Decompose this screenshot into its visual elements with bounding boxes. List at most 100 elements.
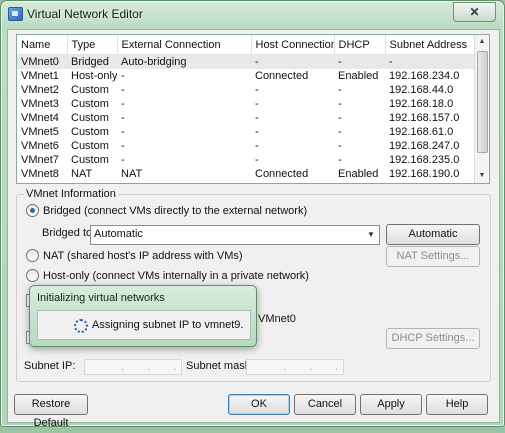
loading-spinner-icon — [74, 319, 88, 333]
vmnet-information-label: VMnet Information — [24, 188, 118, 200]
table-row[interactable]: VMnet5 Custom - - -192.168.61.0 — [17, 125, 477, 139]
cell-external: - — [121, 126, 125, 138]
bridged-option[interactable]: Bridged (connect VMs directly to the ext… — [26, 204, 307, 217]
cell-dhcp: - — [338, 154, 342, 166]
cell-type: Custom — [71, 98, 109, 110]
table-row[interactable]: VMnet8 NAT NAT Connected Enabled 192.168.190.… — [17, 167, 477, 181]
popup-title: Initializing virtual networks — [37, 292, 165, 304]
cell-dhcp: - — [338, 126, 342, 138]
cell-name: VMnet4 — [21, 112, 59, 124]
cell-host: - — [251, 54, 334, 69]
cell-dhcp: - — [338, 112, 342, 124]
cell-type: Custom — [71, 140, 109, 152]
title-bar[interactable]: Virtual Network Editor ✕ — [1, 1, 504, 25]
subnet-ip-field[interactable]: ... — [84, 359, 182, 375]
bridged-to-value: Automatic — [94, 228, 143, 240]
cell-type: Custom — [71, 84, 109, 96]
network-app-icon — [8, 7, 23, 21]
cell-dhcp: - — [334, 54, 385, 69]
close-button[interactable]: ✕ — [453, 2, 496, 22]
cell-subnet: 192.168.61.0 — [389, 126, 454, 138]
nat-label: NAT (shared host's IP address with VMs) — [43, 249, 243, 262]
cell-type: Bridged — [67, 54, 117, 69]
dialog-client-area: Name Type External Connection Host Conne… — [7, 29, 500, 429]
table-row[interactable]: VMnet6 Custom - - -192.168.247.0 — [17, 139, 477, 153]
subnet-ip-label: Subnet IP: — [24, 360, 76, 372]
subnet-mask-label: Subnet mask: — [186, 360, 254, 372]
popup-message: Assigning subnet IP to vmnet9. — [92, 319, 244, 331]
nat-radio[interactable] — [26, 249, 39, 262]
cell-host: - — [255, 154, 259, 166]
cell-host: - — [255, 84, 259, 96]
cell-dhcp: - — [338, 98, 342, 110]
cell-type: Host-only — [71, 70, 117, 82]
nat-option[interactable]: NAT (shared host's IP address with VMs) — [26, 249, 243, 262]
bridged-radio[interactable] — [26, 204, 39, 217]
cell-subnet: - — [385, 54, 477, 69]
cell-name: VMnet1 — [21, 70, 59, 82]
cell-host: - — [255, 126, 259, 138]
column-header-external-connection[interactable]: External Connection — [117, 35, 252, 55]
column-header-subnet-address[interactable]: Subnet Address — [385, 35, 478, 55]
scroll-down-arrow-icon[interactable]: ▼ — [475, 169, 489, 183]
cell-dhcp: - — [338, 84, 342, 96]
cell-dhcp: Enabled — [338, 70, 379, 82]
cell-type: Custom — [71, 112, 109, 124]
column-header-name[interactable]: Name — [17, 35, 68, 55]
cell-external: - — [121, 154, 125, 166]
automatic-settings-button[interactable]: Automatic Settings... — [386, 224, 480, 259]
cell-subnet: 192.168.44.0 — [389, 84, 454, 96]
cell-host: Connected — [255, 70, 309, 82]
cell-host: - — [255, 98, 259, 110]
cell-name: VMnet8 — [21, 168, 59, 180]
cancel-button[interactable]: Cancel — [294, 394, 356, 415]
column-header-type[interactable]: Type — [67, 35, 118, 55]
cell-name: VMnet2 — [21, 84, 59, 96]
cell-external: - — [121, 140, 125, 152]
cell-subnet: 192.168.235.0 — [389, 154, 460, 166]
scroll-up-arrow-icon[interactable]: ▲ — [475, 35, 489, 49]
dropdown-arrow-icon[interactable]: ▼ — [363, 226, 379, 244]
host-adapter-name: VMnet0 — [258, 313, 296, 325]
scrollbar-thumb[interactable] — [477, 51, 488, 153]
cell-external: - — [121, 98, 125, 110]
table-header: Name Type External Connection Host Conne… — [17, 35, 478, 55]
initializing-networks-popup: Initializing virtual networks Assigning … — [29, 285, 257, 347]
table-row[interactable]: VMnet1 Host-only - Connected Enabled 192.168.… — [17, 69, 477, 83]
hostonly-label: Host-only (connect VMs internally in a p… — [43, 269, 309, 282]
bridged-to-select[interactable]: Automatic ▼ — [90, 225, 380, 245]
cell-subnet: 192.168.18.0 — [389, 98, 454, 110]
cell-external: - — [121, 84, 125, 96]
cell-dhcp: - — [338, 140, 342, 152]
table-row[interactable]: VMnet7 Custom - - -192.168.235.0 — [17, 153, 477, 167]
hostonly-radio[interactable] — [26, 269, 39, 282]
cell-subnet: 192.168.234.0 — [389, 70, 460, 82]
cell-type: NAT — [71, 168, 93, 180]
bridged-label: Bridged (connect VMs directly to the ext… — [43, 204, 308, 217]
cell-external: Auto-bridging — [117, 54, 251, 69]
cell-subnet: 192.168.190.0 — [389, 168, 460, 180]
nat-settings-button[interactable]: NAT Settings... — [386, 246, 480, 267]
column-header-dhcp[interactable]: DHCP — [334, 35, 386, 55]
hostonly-option[interactable]: Host-only (connect VMs internally in a p… — [26, 269, 309, 282]
table-row[interactable]: VMnet2 Custom - - -192.168.44.0 — [17, 83, 477, 97]
cell-external: - — [121, 70, 125, 82]
table-row[interactable]: VMnet3 Custom - - -192.168.18.0 — [17, 97, 477, 111]
column-header-host-connection[interactable]: Host Connection — [251, 35, 335, 55]
network-list[interactable]: Name Type External Connection Host Conne… — [16, 34, 490, 184]
cell-host: - — [255, 112, 259, 124]
network-list-scrollbar[interactable]: ▲ ▼ — [474, 35, 489, 183]
table-row[interactable]: VMnet4 Custom - - -192.168.157.0 — [17, 111, 477, 125]
dhcp-settings-button[interactable]: DHCP Settings... — [386, 328, 480, 349]
help-button[interactable]: Help — [426, 394, 488, 415]
cell-subnet: 192.168.157.0 — [389, 112, 460, 124]
ok-button[interactable]: OK — [228, 394, 290, 415]
bridged-to-label: Bridged to: — [42, 227, 96, 239]
table-row[interactable]: VMnet0 Bridged Auto-bridging - - - — [17, 54, 477, 69]
cell-name: VMnet5 — [21, 126, 59, 138]
cell-external: NAT — [121, 168, 143, 180]
restore-default-button[interactable]: Restore Default — [14, 394, 88, 429]
apply-button[interactable]: Apply — [360, 394, 422, 415]
subnet-mask-field[interactable]: ... — [246, 359, 344, 375]
popup-body: Assigning subnet IP to vmnet9. — [37, 310, 251, 340]
